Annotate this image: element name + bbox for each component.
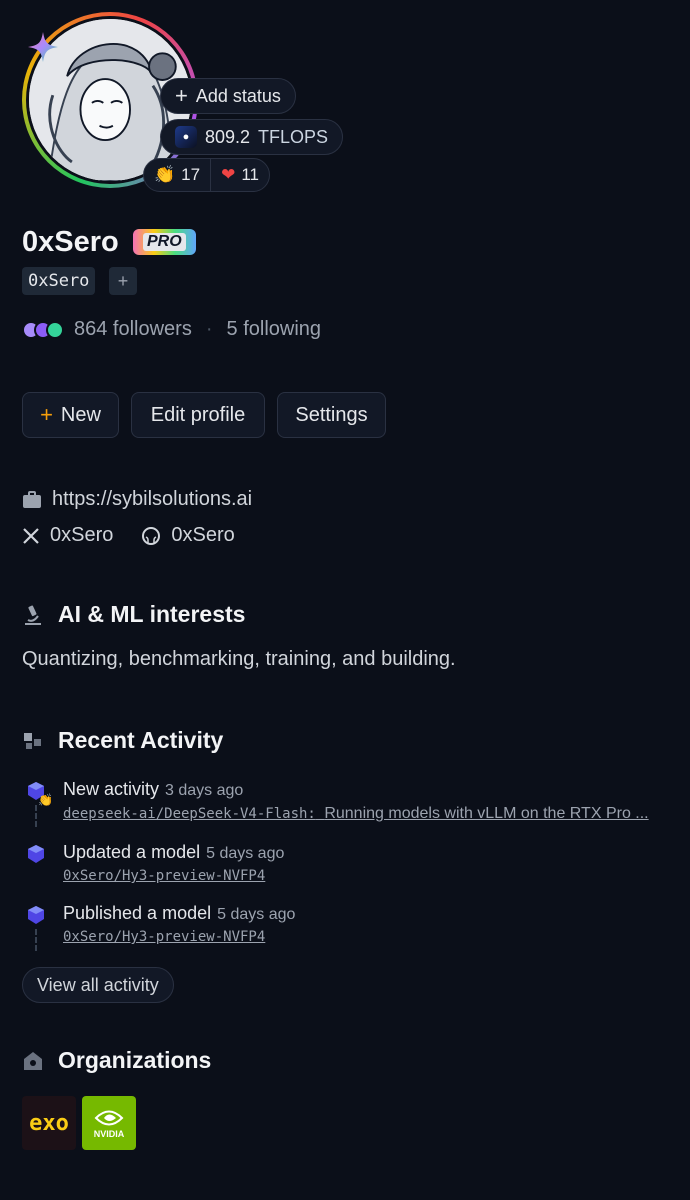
activity-header: Published a model 5 days ago	[63, 903, 295, 924]
followers-link[interactable]: 864 followers	[74, 318, 192, 341]
tflops-value: 809.2	[205, 126, 251, 147]
plus-icon: +	[40, 402, 53, 427]
clap-icon: 👏	[38, 793, 53, 807]
apple-chip-icon: ●	[175, 126, 197, 148]
tflops-badge[interactable]: ● 809.2 TFLOPS	[160, 119, 344, 155]
followers-row: 864 followers · 5 following	[22, 318, 321, 341]
plus-icon: +	[175, 83, 188, 108]
interests-heading: AI & ML interests	[22, 601, 245, 628]
heart-count: 11	[241, 165, 259, 184]
website-row: https://sybilsolutions.ai	[22, 488, 252, 511]
separator-dot: ·	[205, 318, 213, 340]
activity-link[interactable]: 0xSero/Hy3-preview-NVFP4	[63, 868, 663, 884]
add-status-button[interactable]: + Add status	[160, 78, 296, 114]
sparkle-icon	[28, 32, 58, 62]
pro-badge[interactable]: PRO	[133, 229, 196, 255]
clap-icon: 👏	[154, 165, 176, 184]
org-exo-logo: exo	[29, 1110, 69, 1136]
tflops-unit: TFLOPS	[258, 126, 329, 147]
microscope-icon	[25, 605, 41, 625]
interests-title: AI & ML interests	[58, 601, 246, 627]
heart-icon: ❤	[221, 165, 236, 184]
activity-time: 5 days ago	[217, 906, 296, 923]
cube-icon	[28, 845, 44, 863]
activity-action: New activity	[63, 779, 160, 799]
activity-action: Published a model	[63, 903, 212, 923]
x-link[interactable]: 0xSero	[22, 524, 113, 547]
x-logo-icon	[23, 527, 39, 544]
profile-name: 0xSero	[22, 226, 119, 258]
new-button-label: New	[60, 403, 101, 426]
activity-heading: Recent Activity	[22, 727, 223, 754]
organizations-title: Organizations	[58, 1047, 212, 1073]
nvidia-eye-icon	[94, 1110, 124, 1126]
github-handle: 0xSero	[171, 524, 235, 546]
organization-icon	[24, 1051, 42, 1070]
activity-description: Running models with vLLM on the RTX Pro …	[324, 805, 649, 822]
org-nvidia[interactable]: NVIDIA	[82, 1096, 136, 1150]
activity-time: 5 days ago	[206, 845, 285, 862]
organizations-heading: Organizations	[22, 1047, 211, 1074]
social-links-row: 0xSero 0xSero	[22, 524, 253, 547]
x-handle: 0xSero	[50, 524, 114, 546]
activity-header: Updated a model 5 days ago	[63, 842, 284, 863]
reactions-bar: 👏 17 ❤ 11	[143, 158, 270, 192]
follower-avatars	[22, 320, 64, 339]
add-handle-button[interactable]: +	[109, 267, 137, 295]
github-link[interactable]: 0xSero	[141, 524, 235, 547]
org-nvidia-logo: NVIDIA	[93, 1129, 125, 1139]
follower-avatar	[46, 320, 64, 339]
following-link[interactable]: 5 following	[227, 318, 322, 341]
pro-badge-label: PRO	[143, 233, 186, 251]
activity-link[interactable]: deepseek-ai/DeepSeek-V4-Flash: Running m…	[63, 805, 663, 823]
edit-profile-button[interactable]: Edit profile	[131, 392, 265, 438]
activity-connector	[35, 805, 37, 827]
heart-reaction[interactable]: ❤ 11	[210, 159, 269, 191]
add-status-label: Add status	[195, 85, 281, 106]
interests-text: Quantizing, benchmarking, training, and …	[22, 648, 456, 670]
org-exo[interactable]: exo	[22, 1096, 76, 1150]
activity-action: Updated a model	[63, 842, 201, 862]
github-icon	[142, 526, 161, 545]
activity-link[interactable]: 0xSero/Hy3-preview-NVFP4	[63, 929, 663, 945]
clap-count: 17	[181, 165, 201, 184]
website-link[interactable]: https://sybilsolutions.ai	[52, 488, 252, 511]
settings-button[interactable]: Settings	[277, 392, 386, 438]
activity-title: Recent Activity	[58, 727, 224, 753]
view-all-activity-button[interactable]: View all activity	[22, 967, 174, 1003]
clap-reaction[interactable]: 👏 17	[144, 159, 210, 191]
briefcase-icon	[23, 490, 41, 508]
new-button[interactable]: + New	[22, 392, 119, 438]
activity-header: New activity 3 days ago	[63, 779, 243, 800]
activity-time: 3 days ago	[165, 782, 244, 799]
activity-icon	[24, 732, 41, 749]
cube-icon	[28, 906, 44, 924]
activity-repo: deepseek-ai/DeepSeek-V4-Flash:	[63, 806, 316, 822]
profile-handle: 0xSero	[22, 267, 96, 295]
activity-connector	[35, 929, 37, 951]
